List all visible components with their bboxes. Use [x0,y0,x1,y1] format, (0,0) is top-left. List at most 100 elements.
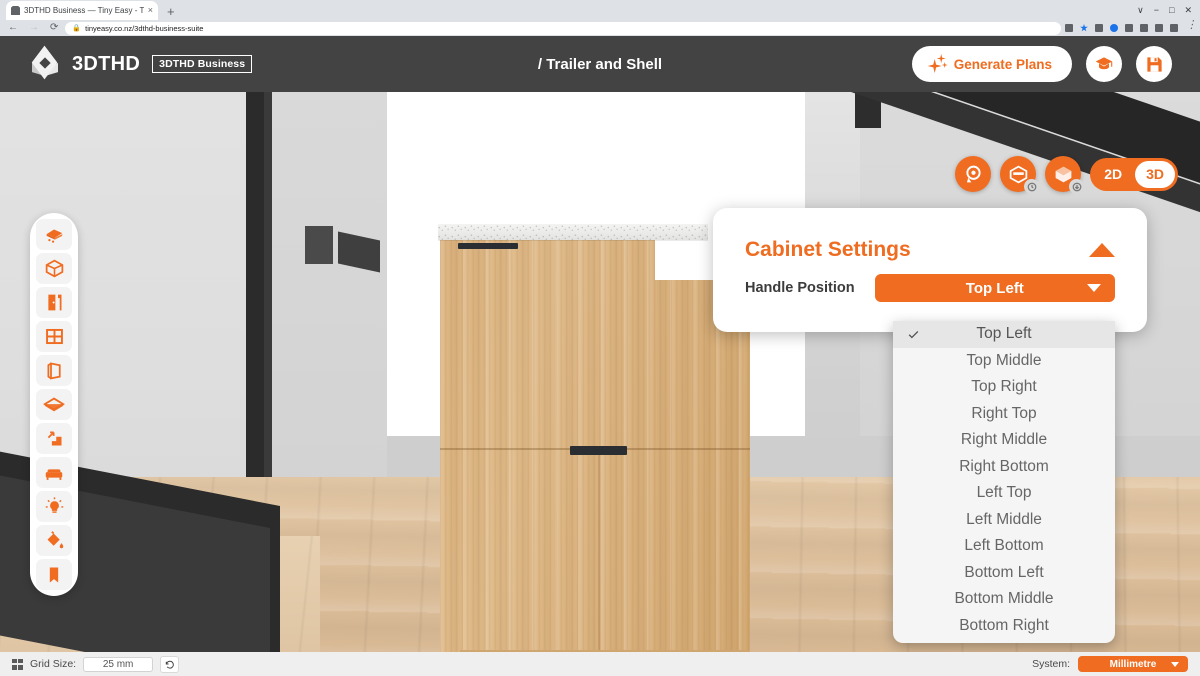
box-import-button[interactable] [1045,156,1085,194]
cabinet-handle-top-left[interactable] [458,243,518,249]
dropdown-option[interactable]: Right Middle [893,427,1115,454]
handle-position-value: Top Left [965,279,1024,297]
blue-dot-icon[interactable] [1110,24,1118,32]
chevron-down-icon [1087,284,1101,292]
grid-size-input[interactable] [83,656,154,672]
sidebar-item-lighting[interactable] [36,491,72,522]
browser-tab[interactable]: 3DTHD Business — Tiny Easy - T × [6,1,158,20]
shell-cube-icon [45,259,63,278]
address-bar[interactable]: 🔒 tinyeasy.co.nz/3dthd-business-suite [65,21,1061,35]
dropdown-option-label: Top Right [971,378,1037,396]
grid-size-label: Grid Size: [30,658,77,670]
grid-squares-icon [12,658,23,670]
extension-icons [1065,20,1197,32]
cabinet-handle-middle[interactable] [570,446,627,455]
header-actions: Generate Plans [911,46,1200,82]
sidebar-item-bookmarks[interactable] [36,559,72,590]
system-label: System: [1032,658,1070,670]
learn-button[interactable] [1086,46,1122,82]
import-badge-icon [1069,179,1085,194]
trailer-chassis-icon [46,229,63,243]
sidebar-item-furniture[interactable] [36,457,72,488]
shell-settings-button[interactable] [1000,156,1040,194]
back-button[interactable]: ← [8,23,18,33]
stairs-icon [47,431,61,446]
save-disk-icon [1146,56,1162,72]
furniture-sofa-icon [45,468,63,480]
tab-close-icon[interactable]: × [148,6,153,15]
new-tab-button[interactable]: + [167,5,175,20]
extensions-puzzle-icon[interactable] [1140,24,1148,32]
forward-button[interactable]: → [29,23,39,33]
brand-badge: 3DTHD Business [152,55,253,73]
dropdown-option[interactable]: Left Top [893,480,1115,507]
toggle-3d[interactable]: 3D [1135,160,1175,188]
dropdown-option[interactable]: Top Left [893,321,1115,348]
paint-bucket-icon [47,531,63,549]
dimension-toggle[interactable]: 2D 3D [1090,157,1178,191]
reset-grid-button[interactable] [160,655,180,673]
dropdown-option[interactable]: Bottom Left [893,560,1115,587]
settings-badge-icon [1024,179,1040,194]
dropdown-option-label: Right Top [971,404,1037,422]
sidepanel-icon[interactable] [1155,24,1163,32]
tab-favicon-icon [11,6,20,15]
camera-icon[interactable] [1095,24,1103,32]
sidebar-item-roof[interactable] [36,389,72,420]
scene-post-secondary [264,36,272,528]
sidebar-item-window[interactable] [36,321,72,352]
dropdown-option[interactable]: Bottom Middle [893,586,1115,613]
minimize-button[interactable]: − [1154,5,1159,15]
app-root: 3DTHD 3DTHD Business / Trailer and Shell… [0,36,1200,676]
save-button[interactable] [1136,46,1172,82]
dropdown-option[interactable]: Left Bottom [893,533,1115,560]
profile-chevron-icon[interactable]: ∨ [1137,5,1144,15]
measure-tool-button[interactable] [955,156,992,192]
handle-position-label: Handle Position [745,280,855,296]
dropdown-option[interactable]: Top Middle [893,348,1115,375]
sidebar-item-wall[interactable] [36,355,72,386]
cabinet-object[interactable] [438,224,750,658]
dropdown-option[interactable]: Bottom Right [893,613,1115,640]
tape-measure-icon [966,165,981,182]
unit-system-select[interactable]: Millimetre [1078,656,1188,672]
bookmark-icon [49,567,59,582]
generate-plans-button[interactable]: Generate Plans [911,46,1072,82]
toggle-2d[interactable]: 2D [1093,161,1133,188]
window-icon [45,328,63,345]
chevron-down-icon [1171,661,1179,667]
tab-title: 3DTHD Business — Tiny Easy - T [24,6,144,15]
sidebar-item-stairs[interactable] [36,423,72,454]
dropdown-option[interactable]: Top Right [893,374,1115,401]
collapse-triangle-up-icon[interactable] [1089,243,1115,257]
menu-kebab-icon[interactable] [1185,20,1197,32]
sidebar-item-trailer[interactable] [36,219,72,250]
sidebar-item-finishes[interactable] [36,525,72,556]
dropdown-option[interactable]: Right Bottom [893,454,1115,481]
maximize-button[interactable]: □ [1169,5,1174,15]
brand[interactable]: 3DTHD 3DTHD Business [0,45,253,80]
browser-chrome: 3DTHD Business — Tiny Easy - T × + ∨ − □… [0,0,1200,36]
dropdown-option[interactable]: Left Middle [893,507,1115,534]
battery-icon[interactable] [1170,24,1178,32]
app-header: 3DTHD 3DTHD Business / Trailer and Shell… [0,36,1200,92]
share-icon[interactable] [1065,24,1073,32]
close-window-button[interactable]: ✕ [1184,5,1192,15]
bookmark-star-icon[interactable] [1080,24,1088,32]
handle-position-select[interactable]: Top Left [874,274,1115,302]
status-bar-right: System: Millimetre [1032,656,1188,672]
dropdown-option-label: Bottom Left [964,563,1044,581]
sidebar-item-door[interactable] [36,287,72,318]
dropdown-option[interactable]: Right Top [893,401,1115,428]
sidebar-item-shell[interactable] [36,253,72,284]
dropdown-option-label: Left Top [976,484,1032,502]
cabinet-settings-panel: Cabinet Settings Handle Position Top Lef… [713,208,1147,332]
cube-logo-icon [30,45,60,80]
address-bar-url: tinyeasy.co.nz/3dthd-business-suite [85,23,204,33]
checkmark-icon [907,328,920,341]
reload-button[interactable]: ⟳ [50,23,58,33]
logo-text: 3DTHD [72,52,141,75]
eyedropper-icon[interactable] [1125,24,1133,32]
handle-position-dropdown[interactable]: Top Left Top Middle Top Right Right Top … [893,321,1115,643]
scene-wall-mid [262,36,387,536]
